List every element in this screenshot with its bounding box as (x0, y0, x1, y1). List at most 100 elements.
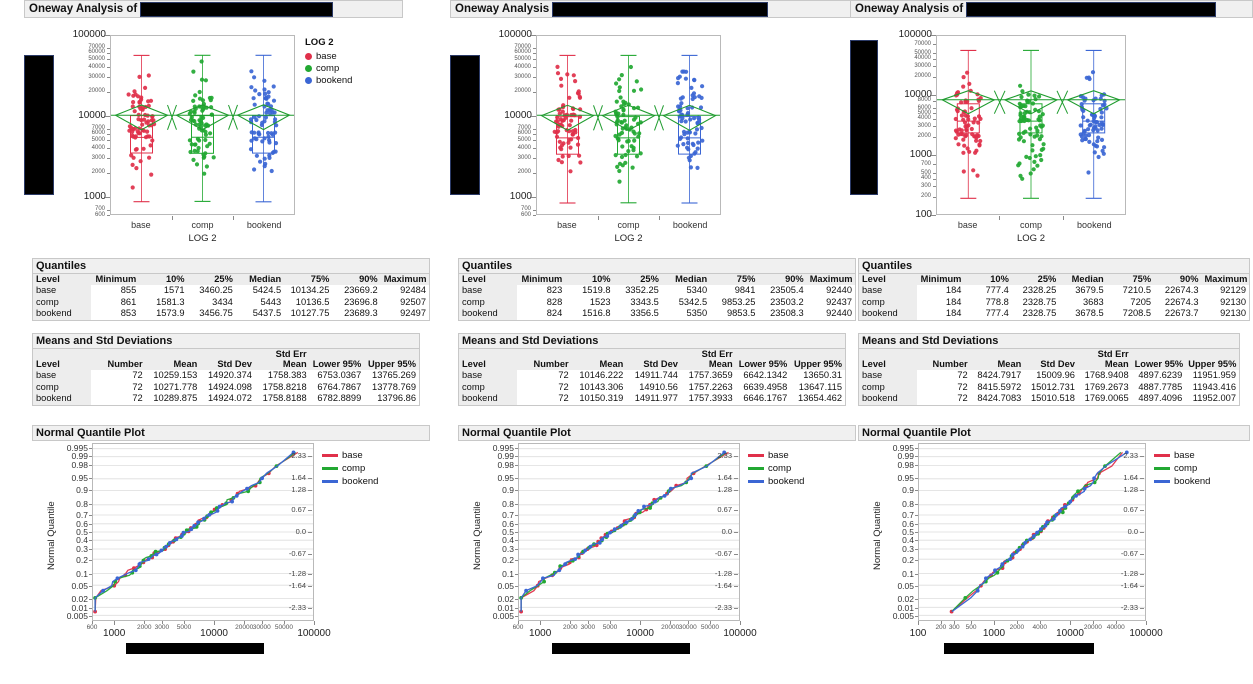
legend-item[interactable]: comp (305, 62, 352, 74)
table-title[interactable]: Means and Std Deviations (32, 333, 420, 349)
legend-item[interactable]: base (305, 50, 352, 62)
nqp-legend-item[interactable]: bookend (748, 475, 804, 488)
nqp-probability-tick-label: 0.005 (66, 611, 88, 622)
column-header[interactable]: Median (235, 274, 285, 285)
nqp-probability-tick (515, 523, 518, 525)
table-cell: base (33, 370, 91, 382)
column-header[interactable]: Mean (571, 349, 627, 370)
y-axis-tick-label: 1000 (509, 191, 532, 203)
table-cell: 13778.769 (364, 381, 419, 393)
table-title[interactable]: Means and Std Deviations (858, 333, 1240, 349)
y-axis-minor-label: 30000 (88, 73, 105, 80)
column-header[interactable]: Upper 95% (790, 349, 845, 370)
column-header[interactable]: Number (91, 349, 146, 370)
nqp-legend-item[interactable]: base (748, 449, 804, 462)
column-header[interactable]: Maximum (380, 274, 429, 285)
column-header[interactable]: Level (33, 349, 91, 370)
nqp-probability-tick (915, 523, 918, 525)
column-header[interactable]: Lower 95% (309, 349, 365, 370)
column-header[interactable]: Number (917, 349, 971, 370)
column-header[interactable]: Mean (145, 349, 201, 370)
legend-item[interactable]: bookend (305, 74, 352, 86)
column-header[interactable]: 25% (613, 274, 662, 285)
y-axis-minor-tick (533, 52, 536, 54)
column-header[interactable]: Std Dev (626, 349, 681, 370)
column-header[interactable]: 75% (1106, 274, 1155, 285)
y-axis-minor-tick (933, 164, 936, 166)
column-header[interactable]: Std Dev (200, 349, 255, 370)
nqp-legend-item[interactable]: comp (1154, 462, 1210, 475)
normal-quantile-plot-title[interactable]: Normal Quantile Plot (858, 425, 1250, 441)
column-header[interactable]: 10% (139, 274, 188, 285)
normal-quantile-plot-title[interactable]: Normal Quantile Plot (32, 425, 430, 441)
column-header[interactable]: Level (459, 274, 517, 285)
column-header[interactable]: Minimum (517, 274, 566, 285)
column-header[interactable]: Level (459, 349, 517, 370)
column-header[interactable]: Upper 95% (364, 349, 419, 370)
table-cell: 7205 (1106, 296, 1155, 308)
quantiles-table: Quantiles Level Minimum 10% 25% Median 75% 90% M… (458, 258, 856, 321)
column-header[interactable]: Maximum (1201, 274, 1249, 285)
table-cell: 92437 (806, 296, 855, 308)
legend-title: LOG 2 (305, 37, 334, 48)
column-header[interactable]: Std Err Mean (254, 349, 310, 370)
nqp-zscore-tick (308, 585, 312, 587)
column-header[interactable]: Number (517, 349, 572, 370)
column-header[interactable]: Upper 95% (1185, 349, 1239, 370)
y-axis-tick (531, 197, 536, 199)
table-row: base 72 8424.7917 15009.96 1768.9408 4897.623… (859, 370, 1239, 382)
column-header[interactable]: 90% (1154, 274, 1202, 285)
column-header[interactable]: Lower 95% (735, 349, 791, 370)
table-cell: 6639.4958 (735, 381, 791, 393)
column-header[interactable]: Minimum (91, 274, 140, 285)
nqp-legend-item[interactable]: bookend (322, 475, 378, 488)
column-header[interactable]: Level (859, 274, 917, 285)
column-header[interactable]: 10% (964, 274, 1012, 285)
column-header[interactable]: Std Err Mean (680, 349, 736, 370)
nqp-x-axis-tick (92, 621, 93, 624)
column-header[interactable]: 10% (565, 274, 614, 285)
table-title[interactable]: Quantiles (858, 258, 1250, 274)
column-header[interactable]: 75% (710, 274, 759, 285)
nqp-legend-item[interactable]: base (1154, 449, 1210, 462)
column-header[interactable]: 25% (1011, 274, 1060, 285)
table-cell: 14910.56 (626, 381, 681, 393)
nqp-probability-tick (515, 559, 518, 561)
column-header[interactable]: Std Err Mean (1077, 349, 1132, 370)
nqp-probability-tick (89, 455, 92, 457)
column-header[interactable]: Minimum (917, 274, 965, 285)
table-title[interactable]: Quantiles (32, 258, 430, 274)
column-header[interactable]: Median (1059, 274, 1107, 285)
normal-quantile-plot-title[interactable]: Normal Quantile Plot (458, 425, 856, 441)
column-header[interactable]: Std Dev (1024, 349, 1078, 370)
column-header[interactable]: 90% (332, 274, 381, 285)
y-axis-minor-tick (107, 47, 110, 49)
nqp-probability-tick-label: 0.2 (76, 554, 88, 565)
nqp-zscore-tick (1140, 532, 1144, 533)
nqp-legend-item[interactable]: base (322, 449, 378, 462)
column-header[interactable]: Mean (970, 349, 1025, 370)
table-cell: 13765.269 (364, 370, 419, 382)
nqp-zscore-tick (1140, 478, 1144, 480)
column-header[interactable]: Maximum (806, 274, 855, 285)
column-header[interactable]: Level (33, 274, 91, 285)
column-header[interactable]: 25% (187, 274, 236, 285)
column-header[interactable]: Lower 95% (1131, 349, 1186, 370)
nqp-legend-item[interactable]: comp (322, 462, 378, 475)
table-cell: 1757.3659 (680, 370, 736, 382)
table-cell: bookend (859, 308, 917, 320)
table-cell: 3352.25 (613, 285, 662, 297)
nqp-probability-tick-label: 0.1 (76, 568, 88, 579)
nqp-legend-item[interactable]: bookend (1154, 475, 1210, 488)
table-cell: 72 (517, 393, 572, 405)
nqp-legend-item[interactable]: comp (748, 462, 804, 475)
nqp-x-axis-tick (1115, 621, 1117, 624)
nqp-probability-tick (515, 455, 518, 457)
table-title[interactable]: Means and Std Deviations (458, 333, 846, 349)
column-header[interactable]: 90% (758, 274, 807, 285)
table-row: base 823 1519.8 3352.25 5340 9841 23505.4 92440 (459, 285, 855, 297)
table-title[interactable]: Quantiles (458, 258, 856, 274)
column-header[interactable]: 75% (284, 274, 333, 285)
column-header[interactable]: Level (859, 349, 917, 370)
column-header[interactable]: Median (661, 274, 711, 285)
